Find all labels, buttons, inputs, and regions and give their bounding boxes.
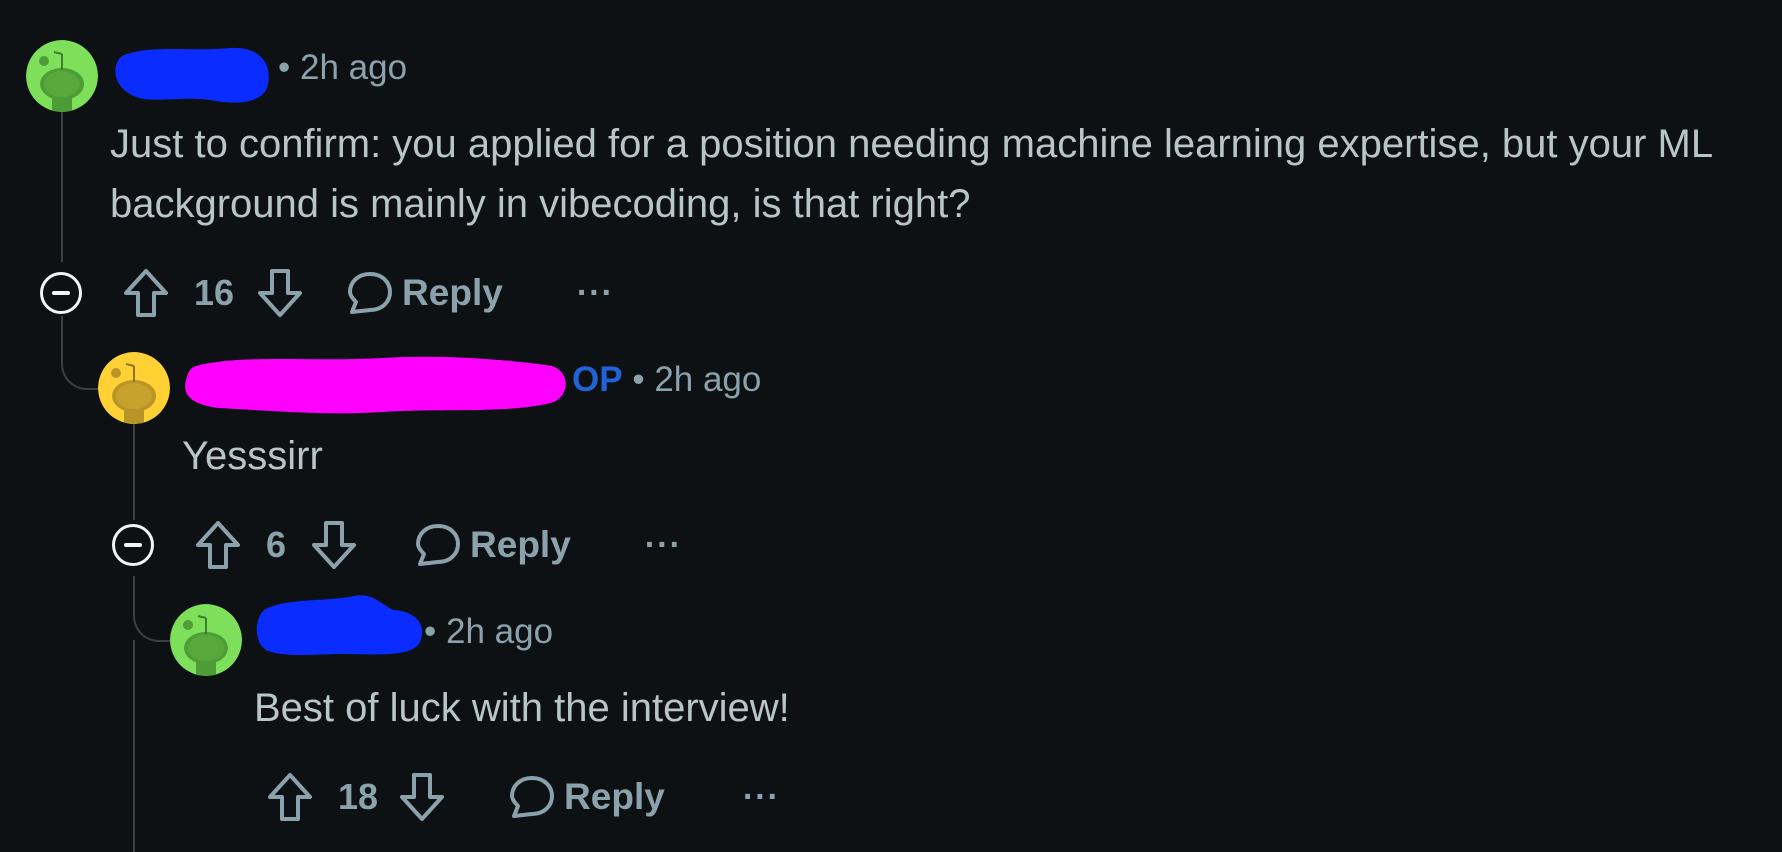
reply-label: Reply (402, 272, 503, 313)
redacted-username (115, 47, 269, 103)
comment-body: Best of luck with the interview! (254, 686, 790, 730)
comment-actions: 16 Reply ··· (122, 265, 614, 321)
arrow-down-icon[interactable] (310, 519, 358, 571)
more-options-button[interactable]: ··· (577, 274, 614, 313)
more-options-button[interactable]: ··· (645, 526, 682, 565)
comment-body: Just to confirm: you applied for a posit… (110, 122, 1712, 226)
separator: • (424, 612, 437, 651)
comment-meta: • 2h ago (278, 48, 407, 88)
thread-line (133, 640, 135, 852)
snoo-icon (26, 40, 98, 112)
avatar[interactable] (98, 352, 170, 424)
avatar[interactable] (26, 40, 98, 112)
avatar[interactable] (170, 604, 242, 676)
speech-bubble-icon (508, 774, 556, 820)
speech-bubble-icon (346, 270, 394, 316)
separator: • (278, 48, 291, 87)
thread-elbow (61, 316, 103, 390)
reply-button[interactable]: Reply (414, 522, 571, 568)
reply-button[interactable]: Reply (346, 270, 503, 316)
speech-bubble-icon (414, 522, 462, 568)
collapse-button[interactable] (112, 524, 154, 566)
timestamp[interactable]: 2h ago (300, 48, 407, 87)
snoo-icon (98, 352, 170, 424)
vote-count: 18 (338, 776, 379, 817)
arrow-down-icon[interactable] (256, 267, 304, 319)
arrow-up-icon[interactable] (194, 519, 242, 571)
comment-body: Yesssirr (182, 434, 323, 478)
snoo-icon (170, 604, 242, 676)
timestamp[interactable]: 2h ago (654, 360, 761, 399)
comment-meta: • 2h ago (424, 612, 553, 652)
collapse-button[interactable] (40, 272, 82, 314)
arrow-down-icon[interactable] (398, 771, 446, 823)
vote-count: 16 (194, 272, 235, 313)
timestamp[interactable]: 2h ago (446, 612, 553, 651)
separator: • (632, 360, 645, 399)
reply-label: Reply (470, 524, 571, 565)
reply-label: Reply (564, 776, 665, 817)
comment-actions: 18 Reply ··· (266, 769, 780, 825)
comment-meta: OP • 2h ago (572, 360, 761, 400)
redacted-username (256, 595, 423, 655)
comment-actions: 6 Reply ··· (194, 517, 682, 573)
reply-button[interactable]: Reply (508, 774, 665, 820)
thread-line (133, 424, 135, 520)
more-options-button[interactable]: ··· (743, 778, 780, 817)
arrow-up-icon[interactable] (122, 267, 170, 319)
arrow-up-icon[interactable] (266, 771, 314, 823)
vote-count: 6 (266, 524, 287, 565)
thread-line (61, 112, 63, 262)
redacted-username (185, 356, 566, 414)
thread-elbow (133, 576, 175, 642)
op-badge: OP (572, 360, 623, 399)
